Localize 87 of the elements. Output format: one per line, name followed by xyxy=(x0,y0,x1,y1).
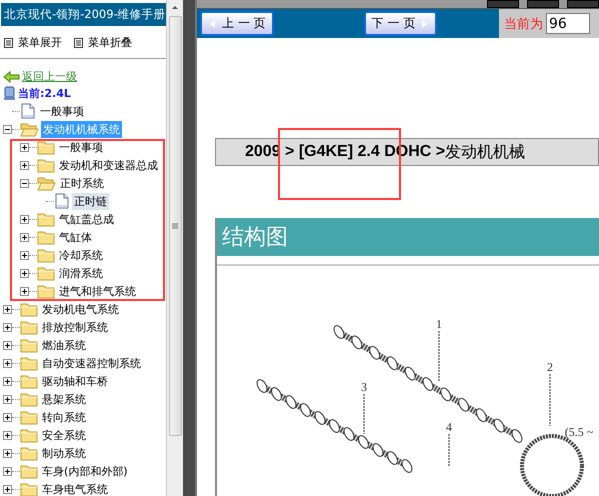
list-icon xyxy=(4,38,13,48)
collapse-toggle[interactable] xyxy=(3,124,12,134)
current-level: 当前:2.4L xyxy=(18,86,71,101)
expand-toggle[interactable] xyxy=(3,304,12,314)
expand-toggle[interactable] xyxy=(20,250,29,260)
tree-item[interactable]: 转向系统 xyxy=(40,408,88,426)
tree-item[interactable]: 驱动轴和车桥 xyxy=(40,372,110,390)
menu-toggle[interactable]: 菜单折叠 xyxy=(74,35,132,50)
expand-toggle[interactable] xyxy=(3,484,12,494)
tree-item[interactable]: 进气和排气系统 xyxy=(57,282,138,300)
tree-item[interactable]: 悬架系统 xyxy=(40,390,88,408)
expand-toggle[interactable] xyxy=(3,340,12,350)
tree-item[interactable]: 正时系统 xyxy=(58,174,106,192)
folder-icon xyxy=(37,139,55,155)
folder-icon xyxy=(20,337,38,353)
open-folder-icon xyxy=(37,175,56,191)
expand-toggle[interactable] xyxy=(3,376,12,386)
grip-icon xyxy=(170,223,180,229)
tree-item[interactable]: 燃油系统 xyxy=(40,336,88,354)
folder-icon xyxy=(20,355,38,371)
tree-item[interactable]: 正时链 xyxy=(72,192,109,210)
expand-toggle[interactable] xyxy=(3,322,12,332)
previous-page-button[interactable]: 上 一 页 xyxy=(200,11,274,36)
tree-item[interactable]: 自动变速器控制系统 xyxy=(40,354,143,372)
folder-icon xyxy=(20,427,38,443)
folder-icon xyxy=(20,373,38,389)
document-icon xyxy=(54,193,70,209)
back-arrow-icon xyxy=(3,70,20,84)
tree-item[interactable]: 排放控制系统 xyxy=(40,318,110,336)
tree-item[interactable]: 安全系统 xyxy=(40,426,88,444)
folder-icon xyxy=(20,301,38,317)
tree-item[interactable]: 一般事项 xyxy=(38,102,86,120)
tree-item[interactable]: 气缸盖总成 xyxy=(57,210,116,228)
tree-item[interactable]: 一般事项 xyxy=(57,138,105,156)
tree-item[interactable]: 车身(内部和外部) xyxy=(40,462,130,480)
expand-toggle[interactable] xyxy=(3,394,12,404)
right-arrow-icon xyxy=(420,18,430,29)
tree-item[interactable]: 发动机和变速器总成 xyxy=(57,156,160,174)
next-page-button[interactable]: 下 一 页 xyxy=(364,11,438,36)
expand-toggle[interactable] xyxy=(20,232,29,242)
expand-toggle[interactable] xyxy=(20,142,29,152)
callout-number: (5.5 ~ xyxy=(564,425,594,439)
expand-toggle[interactable] xyxy=(3,358,12,368)
tree-item[interactable]: 制动系统 xyxy=(40,444,88,462)
left-arrow-icon xyxy=(208,18,217,29)
callout-number: 2 xyxy=(547,360,553,374)
expand-toggle[interactable] xyxy=(20,214,29,224)
document-icon xyxy=(20,103,36,119)
tree-item[interactable]: 车身电气系统 xyxy=(40,480,110,496)
tree-item[interactable]: 冷却系统 xyxy=(57,246,105,264)
list-icon xyxy=(74,38,83,48)
callout-number: 4 xyxy=(446,420,452,434)
callout-number: 1 xyxy=(436,317,442,331)
tree-item[interactable]: 润滑系统 xyxy=(57,264,105,282)
folder-icon xyxy=(20,463,38,479)
expand-toggle[interactable] xyxy=(3,430,12,440)
expand-toggle[interactable] xyxy=(20,160,29,170)
folder-icon xyxy=(20,391,38,407)
callout-number: 3 xyxy=(361,380,367,394)
folder-icon xyxy=(20,445,38,461)
folder-icon xyxy=(20,409,38,425)
back-link[interactable]: 返回上一级 xyxy=(22,69,77,84)
expand-toggle[interactable] xyxy=(3,412,12,422)
section-title: 结构图 xyxy=(217,218,599,256)
tree-item[interactable]: 发动机电气系统 xyxy=(40,300,121,318)
page-label: 当前为 xyxy=(504,16,543,33)
folder-icon xyxy=(37,265,55,281)
folder-icon xyxy=(20,319,38,335)
collapse-toggle[interactable] xyxy=(20,178,29,188)
manual-title: 北京现代-领翔-2009-维修手册 xyxy=(1,3,166,26)
expand-toggle[interactable] xyxy=(3,466,12,476)
expand-toggle[interactable] xyxy=(20,268,29,278)
folder-icon xyxy=(37,211,55,227)
folder-icon xyxy=(37,157,55,173)
open-folder-icon xyxy=(20,121,39,137)
page-input[interactable]: 96 xyxy=(546,13,590,34)
expand-toggle[interactable] xyxy=(3,448,12,458)
menu-toggle[interactable]: 菜单展开 xyxy=(4,35,62,50)
folder-icon xyxy=(37,229,55,245)
computer-icon xyxy=(3,86,16,101)
expand-toggle[interactable] xyxy=(20,286,29,296)
tree-item[interactable]: 气缸体 xyxy=(57,228,94,246)
folder-icon xyxy=(37,283,55,299)
scrollbar[interactable] xyxy=(166,0,183,496)
scroll-up-icon xyxy=(171,4,179,12)
folder-icon xyxy=(20,481,38,496)
folder-icon xyxy=(37,247,55,263)
